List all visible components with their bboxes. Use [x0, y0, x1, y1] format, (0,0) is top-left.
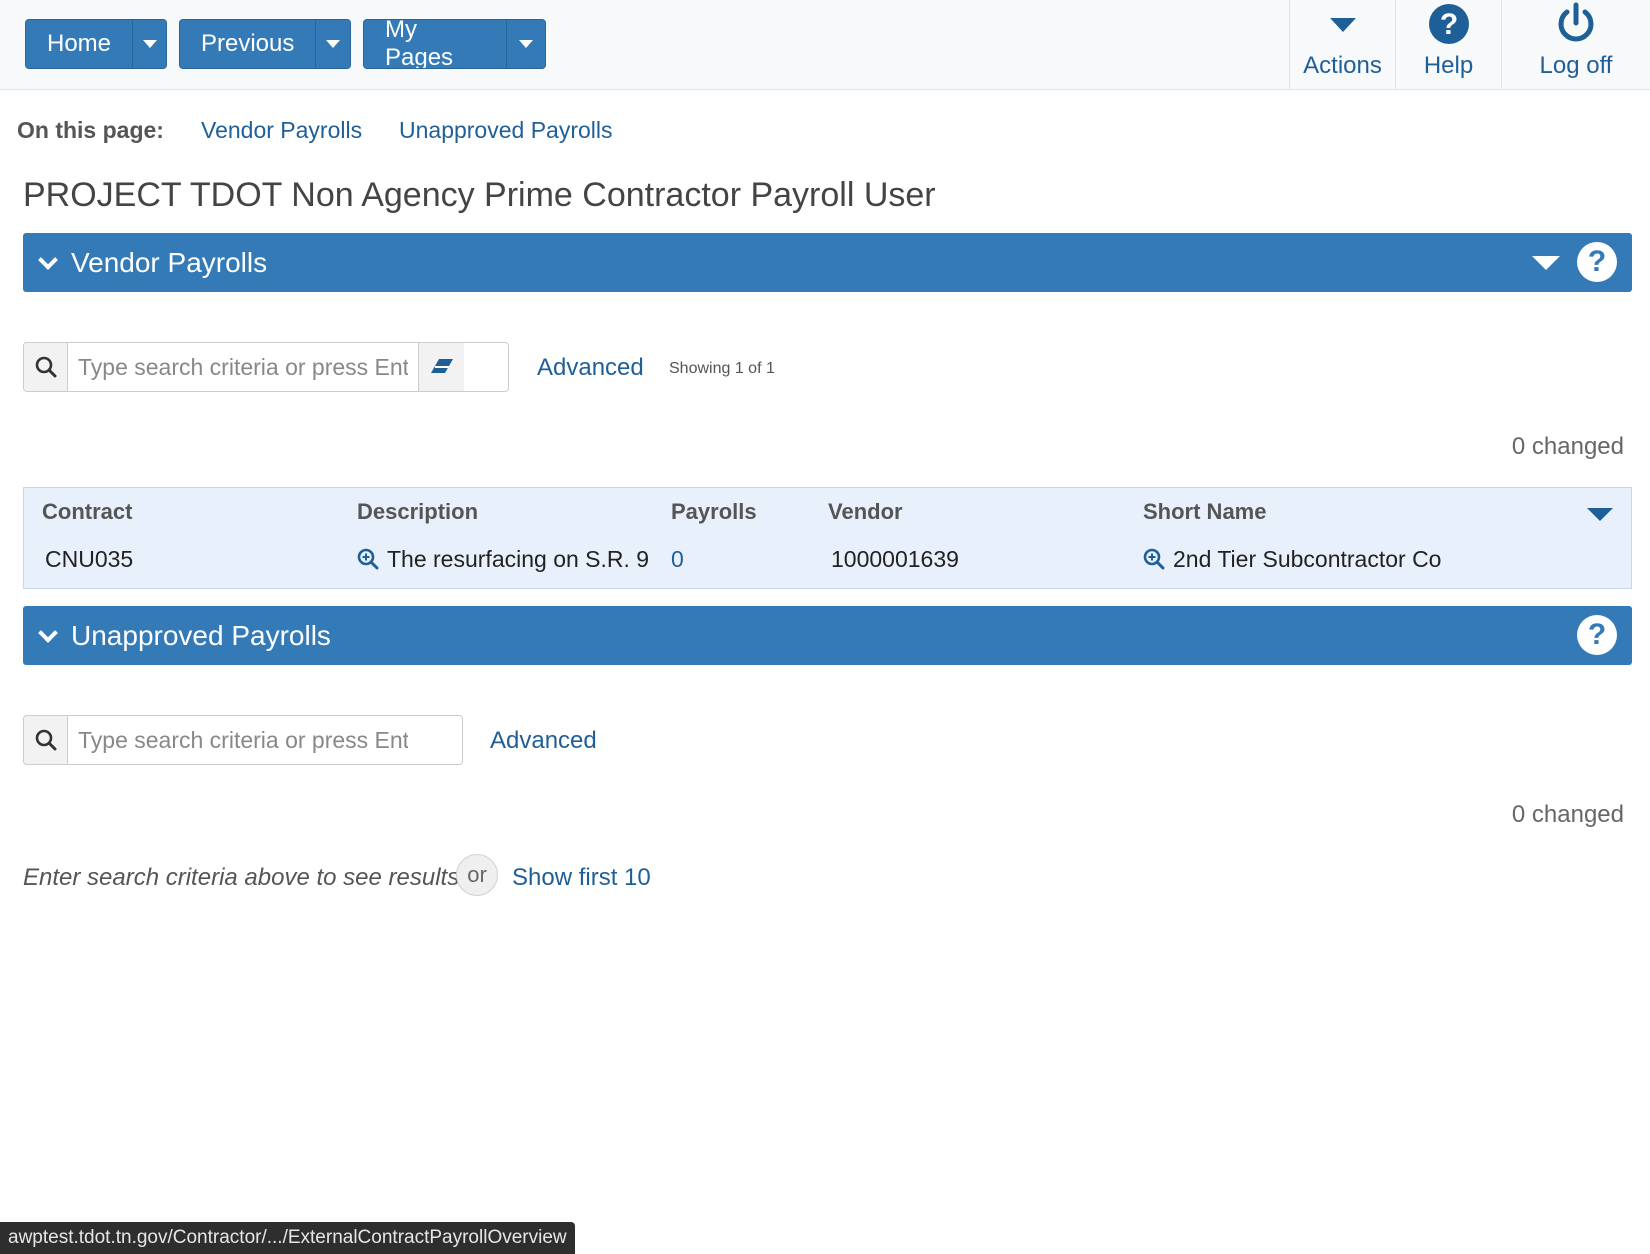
vendor-changed-count: 0 changed: [1511, 433, 1624, 460]
logoff-button[interactable]: Log off: [1501, 0, 1650, 90]
chevron-down-icon: [326, 40, 341, 48]
column-header-contract[interactable]: Contract: [42, 499, 132, 525]
home-dropdown-toggle[interactable]: [132, 20, 166, 68]
logoff-label: Log off: [1539, 52, 1613, 79]
zoom-in-icon[interactable]: [1143, 548, 1165, 570]
vendor-payrolls-panel-header[interactable]: Vendor Payrolls ?: [23, 233, 1632, 292]
showing-count: Showing 1 of 1: [669, 360, 775, 377]
on-this-page-label: On this page:: [17, 117, 164, 143]
help-icon: ?: [1428, 4, 1469, 44]
short-name-text: 2nd Tier Subcontractor Co: [1173, 546, 1442, 572]
payrolls-count-link[interactable]: 0: [671, 546, 684, 572]
on-this-page: On this page: Vendor Payrolls Unapproved…: [17, 117, 613, 144]
power-icon: [1558, 2, 1594, 42]
help-label: Help: [1423, 52, 1474, 79]
top-toolbar: Home Previous My Pages Actions ? Help Lo…: [0, 0, 1650, 90]
vendor-payrolls-table: Contract Description Payrolls Vendor Sho…: [23, 487, 1632, 589]
column-header-payrolls[interactable]: Payrolls: [671, 499, 757, 525]
column-header-short-name[interactable]: Short Name: [1143, 499, 1266, 525]
show-first-10-link[interactable]: Show first 10: [512, 864, 651, 892]
actions-menu[interactable]: Actions: [1289, 0, 1395, 90]
description-text: The resurfacing on S.R. 9: [387, 546, 650, 572]
jump-link-unapproved-payrolls[interactable]: Unapproved Payrolls: [399, 117, 613, 144]
search-icon[interactable]: [24, 343, 68, 391]
caret-down-icon: [1329, 18, 1356, 32]
panel-menu-dropdown-icon[interactable]: [1532, 256, 1560, 270]
page-title: PROJECT TDOT Non Agency Prime Contractor…: [23, 176, 936, 214]
my-pages-dropdown-toggle[interactable]: [506, 20, 545, 68]
cell-contract: CNU035: [45, 546, 134, 572]
collapse-chevron-icon: [38, 623, 58, 643]
my-pages-button[interactable]: My Pages: [364, 20, 506, 68]
chevron-down-icon: [142, 40, 157, 48]
actions-label: Actions: [1303, 52, 1382, 79]
previous-button[interactable]: Previous: [180, 20, 315, 68]
help-icon[interactable]: ?: [1577, 615, 1617, 655]
vendor-search-input[interactable]: [68, 343, 418, 391]
zoom-in-icon[interactable]: [357, 548, 379, 570]
unapproved-search-box: [23, 715, 463, 765]
search-hint-text: Enter search criteria above to see resul…: [23, 864, 460, 891]
unapproved-changed-count: 0 changed: [1511, 801, 1624, 828]
home-button-group: Home: [25, 19, 167, 69]
unapproved-search-input[interactable]: [68, 716, 418, 764]
help-icon[interactable]: ?: [1577, 242, 1617, 282]
home-button[interactable]: Home: [26, 20, 132, 68]
unapproved-advanced-search-link[interactable]: Advanced: [490, 727, 597, 755]
column-options-dropdown-icon[interactable]: [1587, 508, 1613, 521]
cell-short-name: 2nd Tier Subcontractor Co: [1143, 546, 1460, 573]
previous-button-group: Previous: [179, 19, 351, 69]
search-icon[interactable]: [24, 716, 68, 764]
svg-text:?: ?: [1439, 8, 1457, 41]
my-pages-button-group: My Pages: [363, 19, 546, 69]
cell-payrolls: 0: [671, 546, 684, 573]
unapproved-payrolls-title: Unapproved Payrolls: [71, 620, 331, 651]
collapse-chevron-icon: [38, 250, 58, 270]
or-separator: or: [456, 854, 498, 896]
chevron-down-icon: [519, 40, 534, 48]
previous-dropdown-toggle[interactable]: [315, 20, 350, 68]
eraser-icon[interactable]: [418, 343, 464, 391]
jump-link-vendor-payrolls[interactable]: Vendor Payrolls: [201, 117, 362, 144]
cell-vendor: 1000001639: [831, 546, 959, 572]
unapproved-payrolls-panel-header[interactable]: Unapproved Payrolls ?: [23, 606, 1632, 665]
help-menu[interactable]: ? Help: [1395, 0, 1501, 90]
vendor-search-box: [23, 342, 509, 392]
column-header-vendor[interactable]: Vendor: [828, 499, 903, 525]
column-header-description[interactable]: Description: [357, 499, 478, 525]
vendor-payrolls-title: Vendor Payrolls: [71, 247, 268, 278]
cell-description: The resurfacing on S.R. 9: [357, 546, 653, 573]
vendor-advanced-search-link[interactable]: Advanced: [537, 354, 644, 382]
browser-status-url: awptest.tdot.tn.gov/Contractor/.../Exter…: [0, 1222, 575, 1254]
